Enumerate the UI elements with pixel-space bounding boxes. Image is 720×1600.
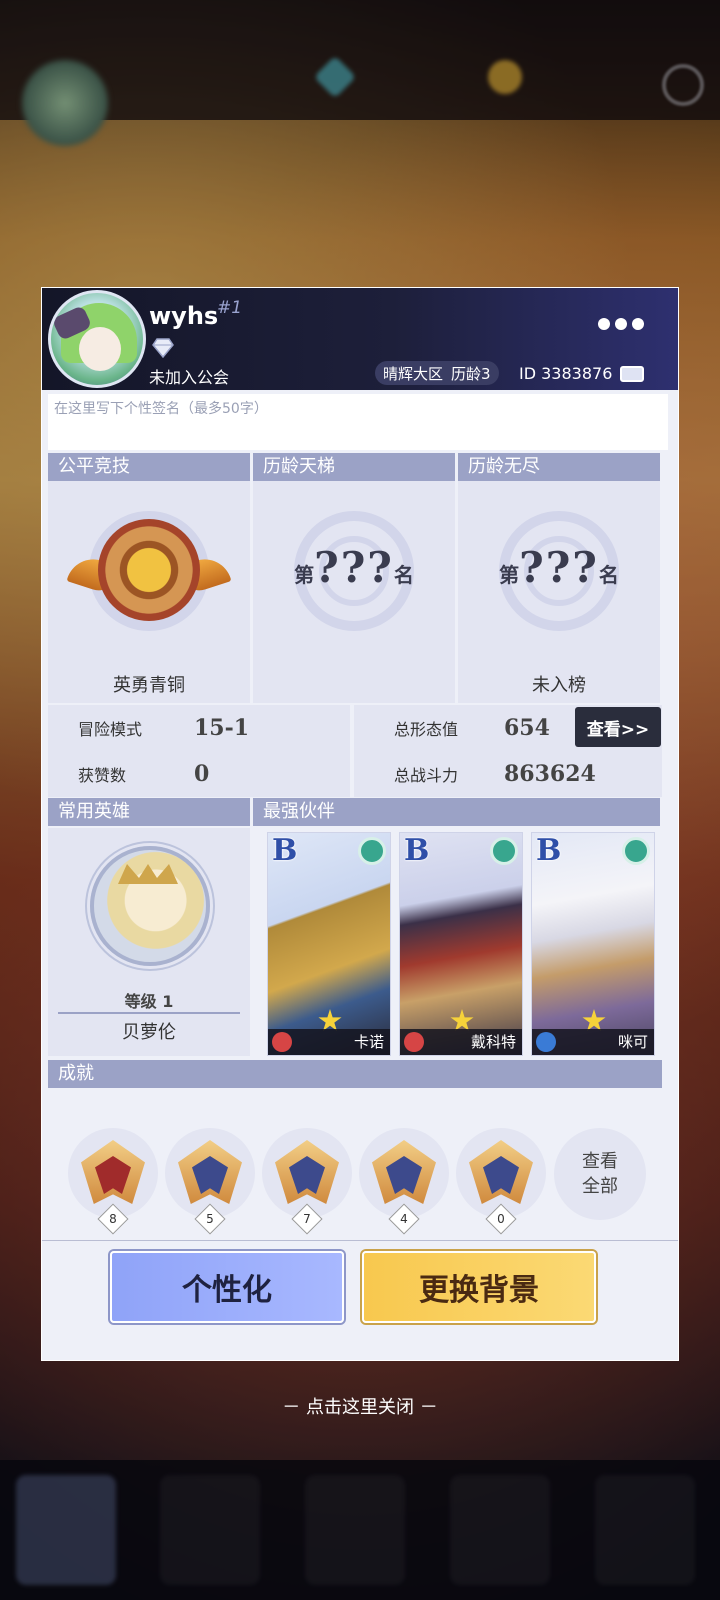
endless-rank: 第???名 [458, 543, 660, 592]
wind-element-icon [622, 837, 650, 865]
achievement-count: 5 [206, 1212, 214, 1226]
section-age-endless: 历龄无尽 [458, 453, 660, 481]
common-hero-card[interactable]: 等级 1 贝萝伦 [48, 828, 250, 1056]
more-options-button[interactable] [598, 312, 644, 336]
achievement-emblem-icon [372, 1140, 436, 1204]
user-id: ID 3383876 [519, 364, 613, 383]
achievement-count: 0 [497, 1212, 505, 1226]
view-all-line2: 全部 [582, 1176, 618, 1197]
username: wyhs [149, 302, 219, 330]
rank-prefix: 第 [294, 563, 315, 587]
achievement-count: 7 [303, 1212, 311, 1226]
rank-suffix: 名 [393, 563, 414, 587]
divider [58, 1012, 240, 1014]
diamond-icon [152, 338, 174, 358]
server-badge: 晴辉大区 历龄3 [375, 361, 499, 385]
section-common-hero: 常用英雄 [48, 798, 250, 826]
ladder-rank-card[interactable]: 第???名 [253, 481, 455, 703]
form-value: 654 [504, 715, 550, 741]
close-hint[interactable]: － 点击这里关闭 － [0, 1393, 720, 1419]
achievement-badge[interactable]: 4 [359, 1128, 449, 1235]
endless-rank-card[interactable]: 第???名 未入榜 [458, 481, 660, 703]
partner-card[interactable]: B 卡诺 [267, 832, 391, 1056]
hero-portrait [90, 846, 210, 966]
bronze-medal-icon [98, 519, 200, 621]
achievement-count: 8 [109, 1212, 117, 1226]
fair-rank-card[interactable]: 英勇青铜 [48, 481, 250, 703]
rank-prefix: 第 [499, 563, 520, 587]
achievement-badge[interactable]: 7 [262, 1128, 352, 1235]
rank-tag: #1 [217, 298, 243, 318]
achievement-emblem-icon [275, 1140, 339, 1204]
adventure-label: 冒险模式 [78, 720, 143, 739]
fair-rank-label: 英勇青铜 [113, 675, 185, 696]
power-value: 863624 [504, 761, 596, 787]
achievement-badge[interactable]: 5 [165, 1128, 255, 1235]
class-icon [272, 1032, 292, 1052]
partner-card[interactable]: B 咪可 [531, 832, 655, 1056]
wind-element-icon [358, 837, 386, 865]
achievement-badge[interactable]: 0 [456, 1128, 546, 1235]
rank-value: ??? [314, 543, 394, 592]
achievement-badge[interactable]: 8 [68, 1128, 158, 1235]
stats-left: 冒险模式 15-1 获赞数 0 [48, 705, 350, 797]
class-icon [536, 1032, 556, 1052]
hero-name: 贝萝伦 [122, 1022, 176, 1043]
achievement-count: 4 [400, 1212, 408, 1226]
section-fair-competition: 公平竞技 [48, 453, 250, 481]
adventure-value: 15-1 [194, 715, 250, 741]
partner-name: 戴科特 [470, 1033, 516, 1051]
avatar[interactable] [48, 290, 146, 388]
likes-value: 0 [194, 761, 210, 787]
profile-header: wyhs #1 未加入公会 晴辉大区 历龄3 ID 3383876 [42, 288, 678, 390]
achievements-row: 8 5 7 4 0 查看 全部 [48, 1090, 662, 1238]
partner-card[interactable]: B 戴科特 [399, 832, 523, 1056]
view-all-line1: 查看 [582, 1151, 618, 1172]
rank-value: ??? [519, 543, 599, 592]
achievement-emblem-icon [81, 1140, 145, 1204]
class-icon [404, 1032, 424, 1052]
partner-grade: B [536, 833, 562, 868]
change-background-button[interactable]: 更换背景 [362, 1251, 596, 1323]
partner-name: 咪可 [617, 1033, 648, 1051]
partner-grade: B [404, 833, 430, 868]
view-all-achievements-button[interactable]: 查看 全部 [554, 1128, 646, 1220]
section-strongest-partners: 最强伙伴 [253, 798, 660, 826]
account-age: 历龄3 [451, 364, 491, 383]
copy-id-icon[interactable] [620, 366, 644, 382]
form-label: 总形态值 [394, 720, 459, 739]
profile-panel: wyhs #1 未加入公会 晴辉大区 历龄3 ID 3383876 在这里写下个… [41, 287, 679, 1361]
rank-suffix: 名 [598, 563, 619, 587]
endless-rank-label: 未入榜 [532, 675, 586, 696]
hero-level: 等级 1 [124, 992, 174, 1011]
likes-label: 获赞数 [78, 766, 127, 785]
view-stats-button[interactable]: 查看>> [575, 707, 661, 747]
stats-panel: 冒险模式 15-1 获赞数 0 总形态值 654 总战斗力 863624 查看>… [48, 705, 662, 797]
achievement-emblem-icon [469, 1140, 533, 1204]
ladder-rank: 第???名 [253, 543, 455, 592]
server-name: 晴辉大区 [383, 364, 444, 383]
wind-element-icon [490, 837, 518, 865]
guild-status: 未加入公会 [149, 368, 230, 387]
section-achievements: 成就 [48, 1060, 662, 1088]
power-label: 总战斗力 [394, 766, 459, 785]
section-age-ladder: 历龄天梯 [253, 453, 455, 481]
signature-field[interactable]: 在这里写下个性签名（最多50字） [48, 394, 668, 450]
action-bar: 个性化 更换背景 [42, 1240, 678, 1360]
achievement-emblem-icon [178, 1140, 242, 1204]
partner-name: 卡诺 [353, 1033, 384, 1051]
personalize-button[interactable]: 个性化 [110, 1251, 344, 1323]
partner-grade: B [272, 833, 298, 868]
